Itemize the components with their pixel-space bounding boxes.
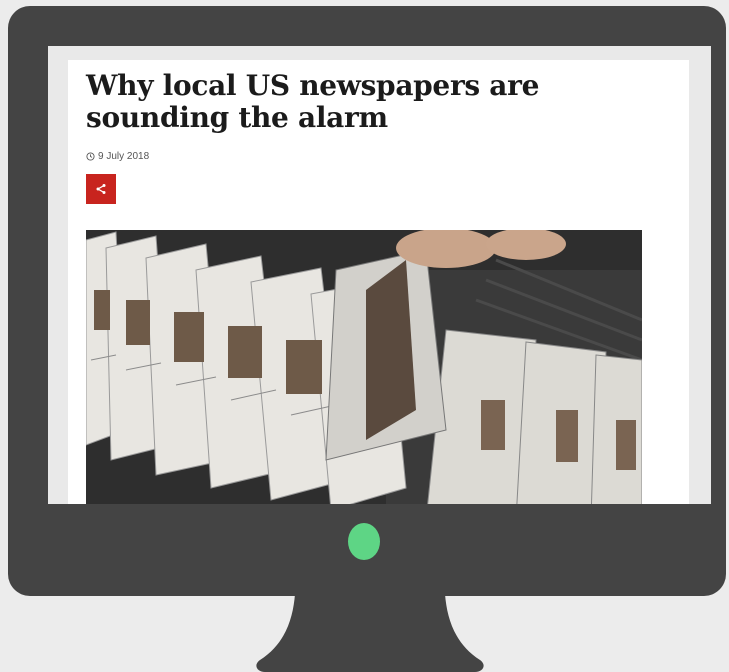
power-indicator: [348, 523, 380, 560]
article-date-text: 9 July 2018: [98, 151, 150, 162]
monitor-screen: Why local US newspapers are sounding the…: [48, 46, 711, 504]
monitor-frame: Why local US newspapers are sounding the…: [8, 6, 726, 596]
article-hero-image: [86, 230, 642, 504]
clock-icon: [86, 152, 95, 161]
share-icon: [96, 184, 106, 194]
article-date: 9 July 2018: [86, 151, 149, 162]
monitor-stand: [255, 594, 485, 672]
article-page: Why local US newspapers are sounding the…: [68, 60, 689, 504]
share-button[interactable]: [86, 174, 116, 204]
article-headline: Why local US newspapers are sounding the…: [86, 69, 540, 134]
